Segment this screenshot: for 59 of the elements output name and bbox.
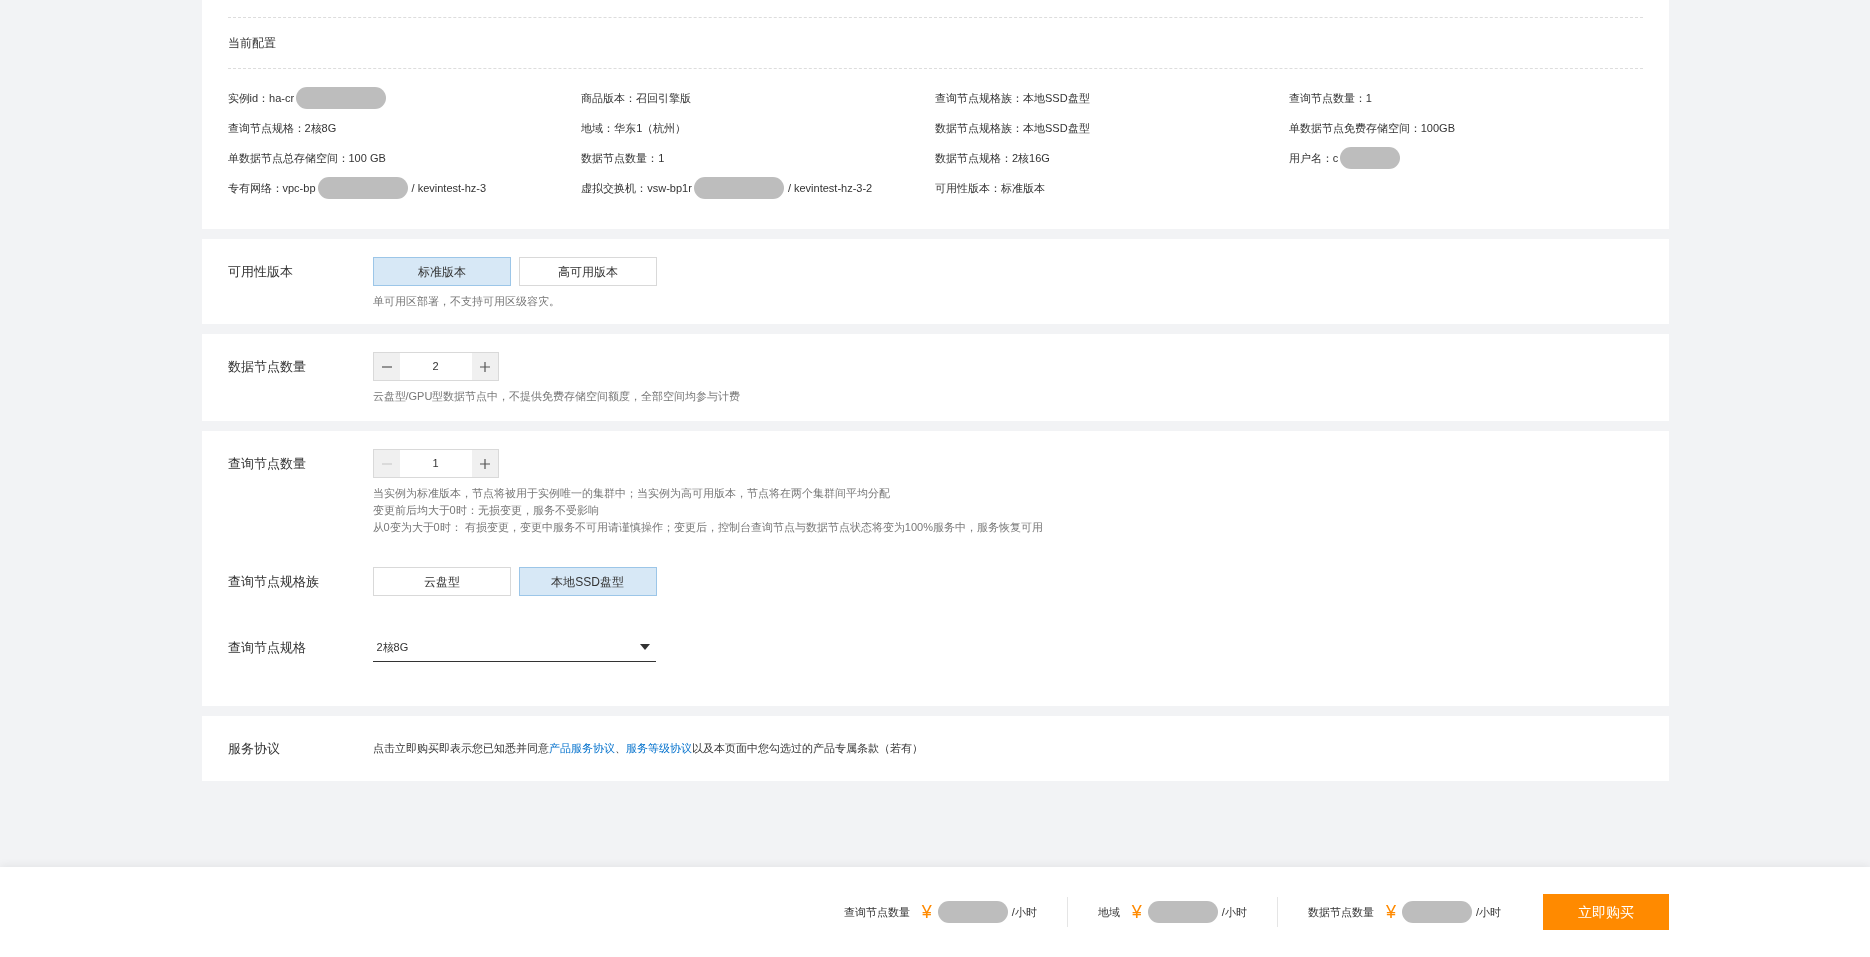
config-item: 可用性版本：标准版本 (935, 180, 1045, 196)
option-button[interactable]: 标准版本 (372, 257, 511, 286)
field-label: 查询节点规格 (227, 639, 307, 657)
currency-sign: ¥ (1385, 900, 1396, 924)
price-unit: /小时 (1221, 904, 1247, 920)
config-item: 用户名：c (1288, 150, 1339, 166)
plus-button[interactable] (471, 353, 498, 380)
config-item: 虚拟交换机：vsw-bp1r (581, 180, 692, 196)
agreement-link[interactable]: 产品服务协议 (548, 742, 615, 754)
section-title: 当前配置 (227, 35, 277, 52)
config-item: / kevintest-hz-3-2 (787, 180, 873, 196)
config-item: 查询节点规格族：本地SSD盘型 (935, 90, 1090, 106)
hint-text: 从0变为大于0时： 有损变更，变更中服务不可用请谨慎操作；变更后，控制台查询节点与数据节点状态将变为100%服务中，服务恢复可用 (372, 520, 1044, 534)
option-button[interactable]: 本地SSD盘型 (518, 567, 657, 596)
plus-button[interactable] (471, 450, 498, 477)
number-stepper[interactable]: 2 (372, 352, 499, 381)
config-item: 地域：华东1（杭州） (581, 120, 687, 136)
price-unit: /小时 (1011, 904, 1037, 920)
option-button[interactable]: 高可用版本 (518, 257, 657, 286)
hint-text: 当实例为标准版本，节点将被用于实例唯一的集群中；当实例为高可用版本，节点将在两个集群间平均分配 (372, 486, 891, 500)
spec-select[interactable]: 2核8G (372, 633, 656, 662)
minus-button[interactable] (373, 353, 400, 380)
config-item: 单数据节点总存储空间：100 GB (227, 150, 386, 166)
hint-text: 单可用区部署，不支持可用区级容灾。 (372, 294, 561, 308)
hint-text: 云盘型/GPU型数据节点中，不提供免费存储空间额度，全部空间均参与计费 (372, 389, 742, 403)
option-button[interactable]: 云盘型 (372, 567, 511, 596)
config-item: 数据节点数量：1 (581, 150, 665, 166)
number-stepper[interactable]: 1 (372, 449, 499, 478)
agreement-text: 点击立即购买即表示您已知悉并同意 (372, 742, 549, 754)
plus-icon (478, 360, 491, 373)
config-item: 商品版本：召回引擎版 (581, 90, 692, 106)
price-label: 数据节点数量 (1307, 904, 1374, 920)
config-item: 专有网络：vpc-bp (227, 180, 316, 196)
currency-sign: ¥ (1131, 900, 1142, 924)
caret-icon (639, 644, 650, 650)
price-label: 查询节点数量 (843, 904, 910, 920)
config-item: 实例id：ha-cr (227, 90, 295, 106)
redaction-mark (1147, 901, 1218, 923)
redaction-mark (937, 901, 1008, 923)
config-item: 查询节点数量：1 (1288, 90, 1372, 106)
config-item: 数据节点规格族：本地SSD盘型 (935, 120, 1090, 136)
field-label: 服务协议 (227, 740, 281, 758)
currency-sign: ¥ (921, 900, 932, 924)
config-item: / kevintest-hz-3 (411, 180, 487, 196)
price-label: 地域 (1097, 904, 1120, 920)
config-item: 单数据节点免费存储空间：100GB (1288, 120, 1455, 136)
redaction-mark (1401, 901, 1472, 923)
field-label: 数据节点数量 (227, 358, 307, 376)
agreement-link[interactable]: 服务等级协议 (625, 742, 692, 754)
agreement-text: 、 (614, 742, 626, 754)
field-label: 查询节点规格族 (227, 573, 320, 591)
config-item: 查询节点规格：2核8G (227, 120, 337, 136)
price-unit: /小时 (1475, 904, 1501, 920)
field-label: 可用性版本 (227, 263, 294, 281)
agreement-text: 以及本页面中您勾选过的产品专属条款（若有） (691, 742, 923, 754)
config-item: 数据节点规格：2核16G (935, 150, 1050, 166)
field-label: 查询节点数量 (227, 455, 307, 473)
plus-icon (478, 457, 491, 470)
hint-text: 变更前后均大于0时：无损变更，服务不受影响 (372, 503, 600, 517)
